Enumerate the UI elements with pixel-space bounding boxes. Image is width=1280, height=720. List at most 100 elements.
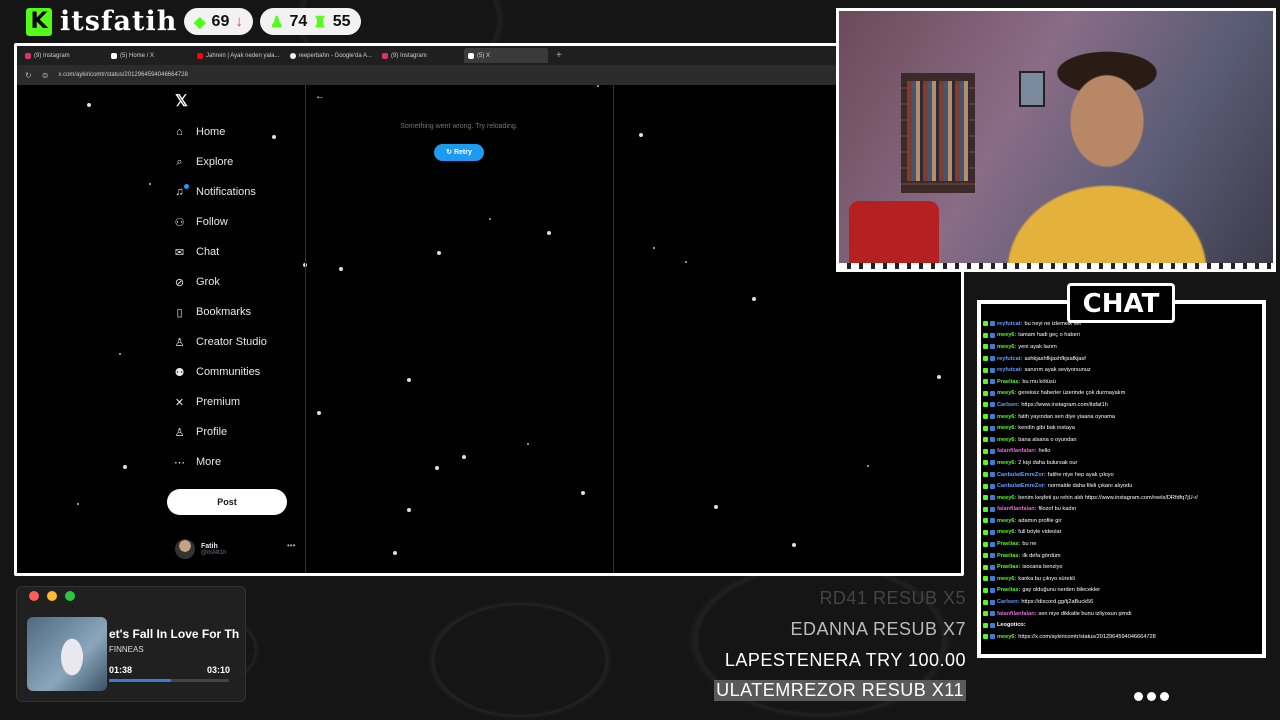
snow-particle bbox=[685, 261, 687, 263]
chat-message: Carlsen: https://discord.gg/tj2aBuck56 bbox=[983, 596, 1255, 608]
chat-username[interactable]: reyfutcat: bbox=[997, 367, 1023, 373]
x-sidebar-nav: ⌂ Home ⌕ Explore ♫ Notifications ⚇ Follow ✉ C… bbox=[173, 117, 267, 477]
tab-youtube[interactable]: Jahrein | Ayak neden yala... bbox=[193, 48, 284, 63]
chat-username[interactable]: meey6: bbox=[997, 495, 1016, 501]
chat-username[interactable]: meey6: bbox=[997, 390, 1016, 396]
chat-username[interactable]: meey6: bbox=[997, 344, 1016, 350]
kick-badge-icon bbox=[983, 356, 988, 362]
chat-username[interactable]: CanbulatEmreZor: bbox=[997, 472, 1046, 478]
snow-particle bbox=[123, 465, 127, 469]
sub-badge-icon bbox=[990, 576, 995, 582]
chat-username[interactable]: Praelias: bbox=[997, 541, 1020, 547]
tab-label: (9) Instagram bbox=[34, 52, 70, 59]
chat-username[interactable]: reyfutcat: bbox=[997, 356, 1023, 362]
sub-badge-icon bbox=[990, 390, 995, 396]
chat-username[interactable]: falanfilanfalan: bbox=[997, 611, 1036, 617]
nav-more[interactable]: ⋯ More bbox=[173, 447, 267, 477]
nav-label: Bookmarks bbox=[196, 306, 252, 318]
post-button[interactable]: Post bbox=[167, 489, 287, 515]
followers-count: 74 bbox=[289, 12, 308, 30]
chat-message: meey6: fatih yayından sen diye yiaana oyn… bbox=[983, 411, 1255, 423]
tab-x-active[interactable]: (5) X bbox=[464, 48, 549, 63]
reload-icon[interactable]: ↻ bbox=[25, 71, 32, 80]
snow-particle bbox=[867, 465, 869, 467]
chat-username[interactable]: Praelias: bbox=[997, 553, 1020, 559]
chat-username[interactable]: Praelias: bbox=[997, 564, 1020, 570]
close-icon[interactable] bbox=[29, 591, 39, 601]
chat-text: bu ne bbox=[1022, 541, 1037, 548]
chat-message: Praelias: isocana benziyo bbox=[983, 561, 1255, 573]
chat-text: sen niye dikkatle bunu izliyosun şimdi bbox=[1038, 610, 1132, 617]
chat-username[interactable]: meey6: bbox=[997, 332, 1016, 338]
tab-instagram-1[interactable]: (9) Instagram bbox=[21, 48, 105, 63]
chat-username[interactable]: meey6: bbox=[997, 634, 1016, 640]
nav-grok[interactable]: ⊘ Grok bbox=[173, 267, 267, 297]
nav-home[interactable]: ⌂ Home bbox=[173, 117, 267, 147]
tab-x-home[interactable]: (5) Home / X bbox=[107, 48, 191, 63]
kick-badge-icon bbox=[983, 402, 988, 408]
chat-username[interactable]: Praelias: bbox=[997, 587, 1020, 593]
retry-button[interactable]: ↻ Retry bbox=[434, 144, 484, 161]
chat-message: Praelias: bu mu kötüsü bbox=[983, 376, 1255, 388]
chat-message: meey6: bana alsana o oyundan bbox=[983, 434, 1255, 446]
kick-badge-icon bbox=[983, 553, 988, 559]
chat-username[interactable]: Leogotico: bbox=[997, 622, 1026, 628]
url-text[interactable]: x.com/aykiricomtr/status/201296459404666… bbox=[58, 72, 187, 78]
chat-username[interactable]: meey6: bbox=[997, 437, 1016, 443]
nav-explore[interactable]: ⌕ Explore bbox=[173, 147, 267, 177]
nav-communities[interactable]: ⚉ Communities bbox=[173, 357, 267, 387]
address-bar[interactable]: ↻ ⊜ x.com/aykiricomtr/status/20129645940… bbox=[17, 65, 961, 85]
nav-bookmarks[interactable]: ▯ Bookmarks bbox=[173, 297, 267, 327]
chat-username[interactable]: Carlsen: bbox=[997, 599, 1019, 605]
dot bbox=[1134, 692, 1143, 701]
new-tab-button[interactable]: + bbox=[550, 50, 568, 61]
nav-premium[interactable]: ✕ Premium bbox=[173, 387, 267, 417]
more-dots-icon[interactable]: ••• bbox=[287, 541, 295, 550]
snow-particle bbox=[317, 411, 321, 415]
nav-label: Notifications bbox=[196, 186, 256, 198]
kick-badge-icon bbox=[983, 518, 988, 524]
progress-fill bbox=[109, 679, 172, 682]
tab-google[interactable]: reeperbahn - Google'da A... bbox=[286, 48, 377, 63]
back-arrow-icon[interactable]: ← bbox=[315, 91, 325, 102]
chat-message: Praelias: bu ne bbox=[983, 538, 1255, 550]
chat-message: Carlsen: https://www.instagram.com/itsfat… bbox=[983, 399, 1255, 411]
chat-username[interactable]: CanbulatEmreZor: bbox=[997, 483, 1046, 489]
maximize-icon[interactable] bbox=[65, 591, 75, 601]
chat-message: reyfutcat: sanırım ayak seviyorsunuz bbox=[983, 364, 1255, 376]
nav-profile[interactable]: ♙ Profile bbox=[173, 417, 267, 447]
down-arrow-icon: ↓ bbox=[235, 13, 243, 30]
site-info-icon[interactable]: ⊜ bbox=[42, 71, 49, 80]
chat-username[interactable]: reyfutcat: bbox=[997, 321, 1023, 327]
chat-text: 2 kişi daha bulursak our bbox=[1018, 459, 1078, 466]
dot bbox=[1160, 692, 1169, 701]
chat-username[interactable]: Praelias: bbox=[997, 379, 1020, 385]
chat-text: kendin gibi bak instaya bbox=[1018, 425, 1075, 432]
chat-username[interactable]: meey6: bbox=[997, 529, 1016, 535]
x-logo-icon[interactable]: 𝕏 bbox=[175, 91, 188, 111]
chat-username[interactable]: falanfilanfalan: bbox=[997, 506, 1036, 512]
search-icon: ⌕ bbox=[176, 155, 183, 168]
chat-username[interactable]: meey6: bbox=[997, 460, 1016, 466]
nav-notifications[interactable]: ♫ Notifications bbox=[173, 177, 267, 207]
chat-message: reyfutcat: bu neyi ne izlemelk ver bbox=[983, 318, 1255, 330]
chat-username[interactable]: meey6: bbox=[997, 518, 1016, 524]
chat-username[interactable]: Carlsen: bbox=[997, 402, 1019, 408]
nav-follow[interactable]: ⚇ Follow bbox=[173, 207, 267, 237]
instagram-icon bbox=[25, 52, 31, 59]
nav-chat[interactable]: ✉ Chat bbox=[173, 237, 267, 267]
chat-text: tamam hadi geç o haberi bbox=[1018, 332, 1080, 339]
chat-username[interactable]: falanfilanfalan: bbox=[997, 448, 1036, 454]
kick-badge-icon bbox=[983, 495, 988, 501]
nav-creator-studio[interactable]: ♙ Creator Studio bbox=[173, 327, 267, 357]
account-switcher[interactable]: Fatih @itsf4t1h ••• bbox=[175, 539, 295, 559]
tab-instagram-2[interactable]: (9) Instagram bbox=[378, 48, 462, 63]
minimize-icon[interactable] bbox=[47, 591, 57, 601]
progress-bar[interactable] bbox=[109, 679, 229, 682]
snow-particle bbox=[792, 543, 796, 547]
event-line: LAPESTENERA TRY 100.00 bbox=[724, 650, 966, 670]
chat-username[interactable]: meey6: bbox=[997, 414, 1016, 420]
chat-username[interactable]: meey6: bbox=[997, 425, 1016, 431]
chat-username[interactable]: meey6: bbox=[997, 576, 1016, 582]
sub-badge-icon bbox=[990, 367, 995, 373]
